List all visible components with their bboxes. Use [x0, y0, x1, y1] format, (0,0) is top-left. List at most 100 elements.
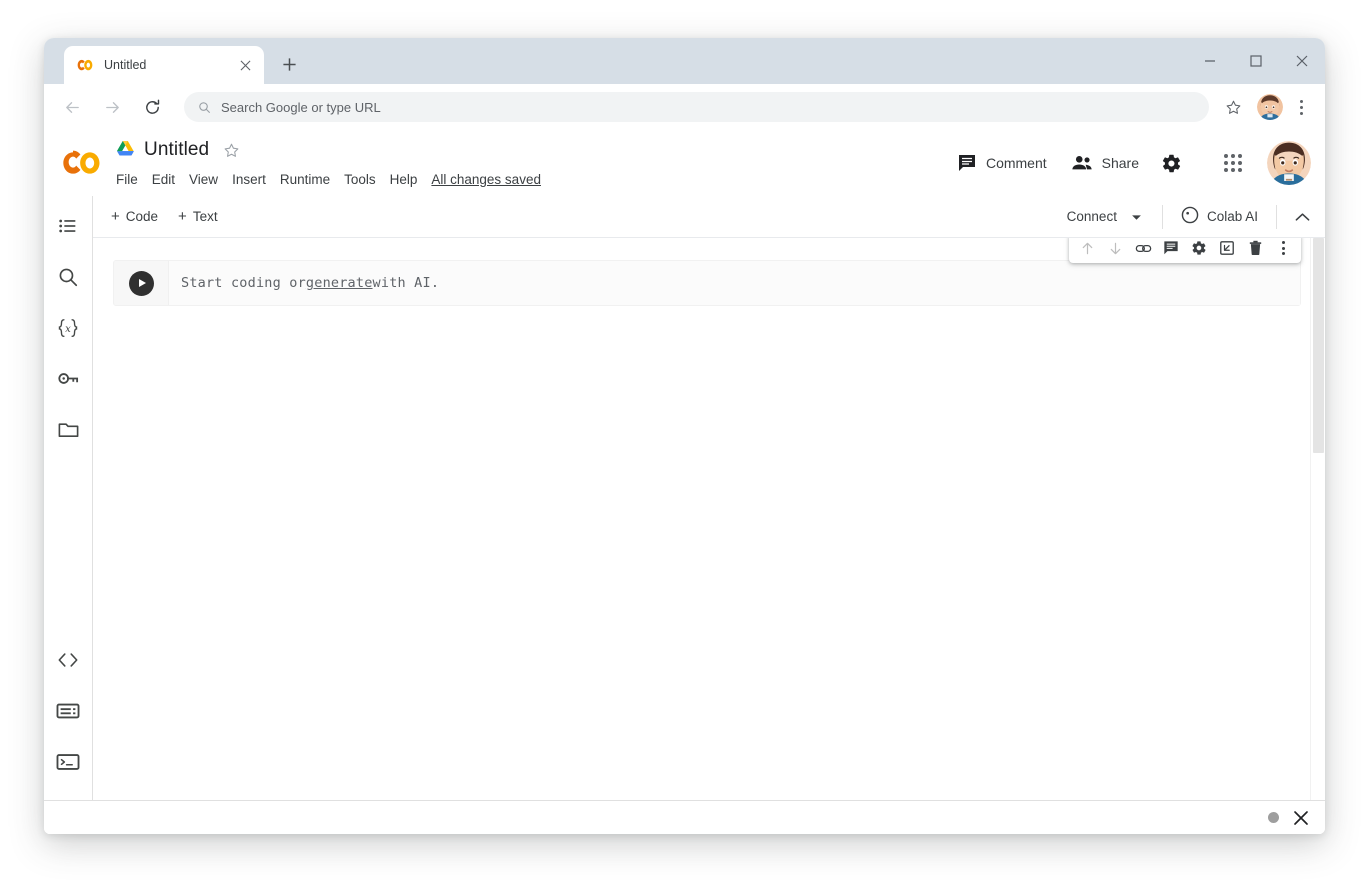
page-title[interactable]: Untitled — [144, 139, 209, 161]
google-drive-icon — [116, 140, 136, 160]
colab-co-logo[interactable] — [60, 150, 104, 176]
comment-label: Comment — [986, 155, 1047, 171]
search-icon — [57, 266, 79, 293]
menu-tools[interactable]: Tools — [344, 172, 376, 187]
colab-header-actions: Comment Share — [945, 141, 1311, 185]
star-outline-icon[interactable] — [1217, 91, 1249, 123]
comment-button[interactable]: Comment — [945, 145, 1059, 181]
notebook-title-row: Untitled — [116, 135, 541, 165]
plus-icon: + — [178, 209, 187, 224]
key-icon — [57, 367, 80, 395]
trash-icon[interactable] — [1241, 238, 1269, 262]
add-text-cell-button[interactable]: + Text — [168, 203, 228, 230]
account-avatar[interactable] — [1267, 141, 1311, 185]
left-sidebar: x — [44, 196, 93, 800]
menu-edit[interactable]: Edit — [152, 172, 175, 187]
browser-tab[interactable]: Untitled — [64, 46, 264, 84]
play-icon[interactable] — [129, 271, 154, 296]
code-cell-body[interactable]: Start coding or generate with AI. — [113, 260, 1301, 306]
minimize-icon[interactable] — [1187, 39, 1233, 83]
kebab-menu-icon[interactable] — [1269, 238, 1297, 262]
cell-toolbar — [1069, 238, 1301, 263]
arrow-up-icon[interactable] — [1073, 238, 1101, 262]
sidebar-item-files[interactable] — [48, 412, 88, 452]
sidebar-item-secrets[interactable] — [48, 361, 88, 401]
save-status[interactable]: All changes saved — [431, 172, 541, 187]
browser-toolbar-right — [1217, 91, 1315, 123]
cell-editor-placeholder[interactable]: Start coding or generate with AI. — [168, 261, 1300, 305]
variables-braces-icon: x — [56, 317, 80, 344]
kebab-dots — [1282, 241, 1285, 255]
sidebar-item-terminal[interactable] — [48, 744, 88, 784]
comment-icon — [957, 153, 977, 173]
add-code-label: Code — [126, 209, 158, 224]
omnibox[interactable]: Search Google or type URL — [184, 92, 1209, 122]
code-cell: Start coding or generate with AI. — [113, 260, 1301, 306]
colab-logo-icon — [76, 56, 94, 74]
chevron-down-icon — [1131, 209, 1142, 224]
window-controls — [1187, 38, 1325, 84]
notebook-content: + Code + Text Connect — [93, 196, 1325, 800]
code-brackets-icon — [56, 649, 80, 676]
back-arrow-icon[interactable] — [55, 90, 89, 124]
folder-icon — [57, 418, 80, 446]
sidebar-item-table-of-contents[interactable] — [48, 208, 88, 248]
colab-body: x — [44, 196, 1325, 800]
status-dot — [1268, 812, 1279, 823]
maximize-icon[interactable] — [1233, 39, 1279, 83]
browser-window: Untitled — [44, 38, 1325, 834]
open-in-tab-icon[interactable] — [1213, 238, 1241, 262]
search-icon — [198, 101, 211, 114]
menu-bar: File Edit View Insert Runtime Tools Help… — [116, 167, 541, 191]
close-icon[interactable] — [1291, 808, 1311, 828]
svg-text:x: x — [65, 324, 71, 335]
connect-button[interactable]: Connect — [1055, 202, 1154, 231]
notebook-scrollbar[interactable] — [1310, 238, 1325, 800]
menu-runtime[interactable]: Runtime — [280, 172, 330, 187]
add-code-cell-button[interactable]: + Code — [101, 203, 168, 230]
new-tab-button[interactable] — [274, 49, 304, 79]
terminal-icon — [56, 752, 80, 777]
chevron-up-icon[interactable] — [1285, 200, 1319, 234]
status-bar — [44, 800, 1325, 834]
menu-help[interactable]: Help — [390, 172, 418, 187]
people-icon — [1071, 153, 1093, 173]
sidebar-item-command-palette[interactable] — [48, 693, 88, 733]
star-outline-icon[interactable] — [223, 142, 240, 159]
gear-icon[interactable] — [1151, 143, 1191, 183]
menu-file[interactable]: File — [116, 172, 138, 187]
menu-insert[interactable]: Insert — [232, 172, 266, 187]
reload-icon[interactable] — [135, 90, 169, 124]
colab-ai-icon — [1181, 206, 1199, 227]
prompt-suffix: with AI. — [373, 275, 440, 291]
toolbar-divider — [1276, 205, 1277, 229]
notebook-title-block: Untitled File Edit View Insert Runtime T… — [116, 135, 541, 191]
browser-tab-title: Untitled — [104, 58, 236, 72]
scrollbar-thumb[interactable] — [1313, 238, 1324, 453]
gear-icon[interactable] — [1185, 238, 1213, 262]
close-icon[interactable] — [236, 56, 254, 74]
sidebar-item-code-snippets[interactable] — [48, 642, 88, 682]
kebab-menu-icon[interactable] — [1287, 91, 1315, 123]
colab-ai-label: Colab AI — [1207, 209, 1258, 224]
arrow-down-icon[interactable] — [1101, 238, 1129, 262]
link-icon[interactable] — [1129, 238, 1157, 262]
menu-view[interactable]: View — [189, 172, 218, 187]
share-label: Share — [1102, 155, 1139, 171]
omnibox-placeholder: Search Google or type URL — [221, 100, 381, 115]
share-button[interactable]: Share — [1059, 145, 1151, 181]
notebook-toolbar-right: Connect — [1055, 199, 1319, 234]
profile-avatar[interactable] — [1257, 94, 1283, 120]
close-icon[interactable] — [1279, 39, 1325, 83]
list-bullet-icon — [57, 215, 79, 242]
generate-link[interactable]: generate — [306, 275, 373, 291]
browser-tabstrip: Untitled — [44, 38, 1325, 84]
cells-area: Start coding or generate with AI. — [93, 238, 1325, 800]
comment-icon[interactable] — [1157, 238, 1185, 262]
sidebar-item-find-and-replace[interactable] — [48, 259, 88, 299]
apps-grid-icon[interactable] — [1213, 143, 1253, 183]
sidebar-item-variables[interactable]: x — [48, 310, 88, 350]
forward-arrow-icon[interactable] — [95, 90, 129, 124]
colab-ai-button[interactable]: Colab AI — [1171, 199, 1268, 234]
colab-page: Untitled File Edit View Insert Runtime T… — [44, 130, 1325, 834]
